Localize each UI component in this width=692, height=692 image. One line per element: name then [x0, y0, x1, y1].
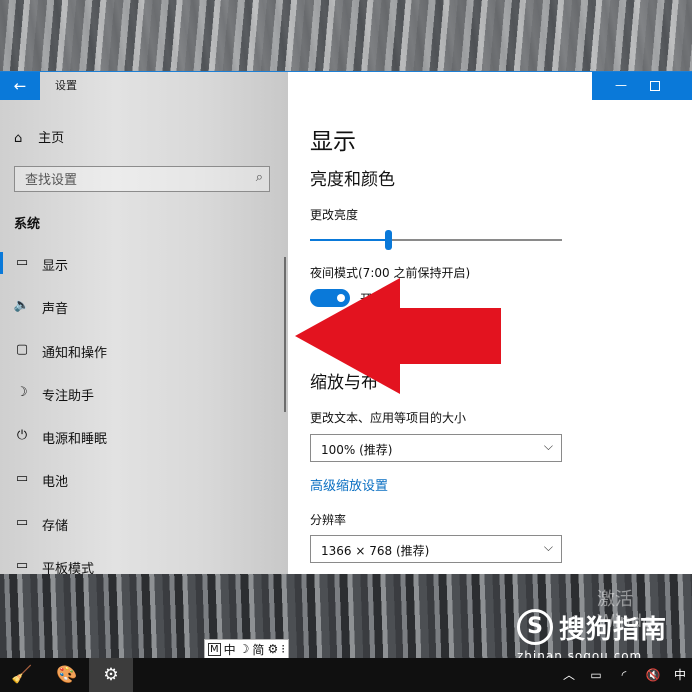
sidebar-item-display[interactable]: ▭ 显示 [0, 247, 288, 290]
red-arrow-annotation [295, 278, 501, 394]
window-controls: — [592, 72, 692, 100]
sidebar-item-label: 存储 [42, 518, 69, 534]
ime-mode-button[interactable]: M [208, 642, 221, 656]
taskbar-app-settings[interactable]: ⚙ [89, 658, 133, 692]
ime-lang-button[interactable]: 中 [224, 641, 236, 658]
battery-icon: ▭ [15, 471, 29, 487]
sidebar-item-label: 显示 [42, 259, 69, 274]
ime-toolbar: M 中 ☽ 简 ⚙ ⁝ [204, 639, 290, 659]
paint-palette-icon: 🎨 [56, 665, 78, 685]
sidebar-item-label: 电池 [42, 475, 69, 491]
chevron-down-icon: ⌵ [543, 439, 553, 453]
sidebar-item-focus-assist[interactable]: ☽ 专注助手 [0, 377, 288, 420]
tray-chevron-up-icon[interactable]: ︿ [557, 658, 581, 692]
maximize-icon[interactable] [650, 81, 660, 91]
resolution-dropdown-value: 1366 × 768 (推荐) [321, 544, 430, 558]
taskbar: 🧹 🎨 ⚙ ︿ ▭ ◜ 🔇 中 [0, 658, 692, 692]
sidebar: ⌂ 主页 ⌕ 系统 ▭ 显示 🔈 声音 ▢ 通知和操作 ☽ 专注助手 [0, 72, 288, 574]
speaker-icon: 🔈 [13, 298, 31, 314]
search-box[interactable]: ⌕ [14, 166, 270, 192]
brightness-slider-fill [310, 239, 389, 241]
scale-dropdown-value: 100% (推荐) [321, 443, 393, 457]
sidebar-item-tablet-mode[interactable]: ▭ 平板模式 [0, 550, 288, 574]
scale-dropdown[interactable]: 100% (推荐) ⌵ [310, 434, 562, 462]
taskbar-app-paint[interactable]: 🎨 [45, 658, 89, 692]
brightness-slider[interactable] [310, 230, 562, 250]
scale-label: 更改文本、应用等项目的大小 [310, 411, 467, 425]
moon-icon[interactable]: ☽ [239, 642, 250, 656]
tray-wifi-icon[interactable]: ◜ [612, 658, 636, 692]
page-title: 显示 [310, 129, 356, 155]
sidebar-item-notifications[interactable]: ▢ 通知和操作 [0, 334, 288, 377]
sidebar-item-battery[interactable]: ▭ 电池 [0, 463, 288, 506]
gear-icon[interactable]: ⚙ [267, 642, 278, 656]
chevron-down-icon: ⌵ [543, 540, 553, 554]
sidebar-item-label: 专注助手 [42, 388, 95, 404]
sogou-logo-icon: S [517, 609, 553, 645]
title-bar: ← 设置 — [0, 72, 692, 100]
ime-simplified-button[interactable]: 简 [252, 641, 264, 658]
brightness-label: 更改亮度 [310, 208, 359, 222]
sogou-watermark: S 搜狗指南 [517, 607, 687, 647]
home-icon: ⌂ [14, 131, 23, 146]
sogou-logo-text: 搜狗指南 [559, 615, 668, 645]
minimize-button[interactable]: — [606, 72, 636, 100]
sidebar-item-label: 通知和操作 [42, 345, 108, 361]
brightness-slider-thumb[interactable] [385, 230, 393, 250]
storage-icon: ▭ [15, 514, 29, 530]
search-icon[interactable]: ⌕ [256, 170, 263, 185]
sidebar-item-label: 声音 [42, 302, 69, 318]
resolution-label: 分辨率 [310, 513, 347, 527]
minimize-icon: — [615, 78, 627, 92]
notification-icon: ▢ [15, 341, 29, 357]
arrow-shape [295, 278, 501, 394]
sidebar-item-power-sleep[interactable]: ⏻ 电源和睡眠 [0, 420, 288, 463]
sidebar-nav: ▭ 显示 🔈 声音 ▢ 通知和操作 ☽ 专注助手 ⏻ 电源和睡眠 ▭ 电池 ▭ … [0, 247, 288, 574]
monitor-icon: ▭ [15, 255, 29, 270]
power-icon: ⏻ [16, 428, 28, 444]
tablet-icon: ▭ [15, 558, 29, 574]
tray-volume-muted-icon[interactable]: 🔇 [641, 658, 665, 692]
brightness-header: 亮度和颜色 [310, 170, 395, 190]
advanced-scaling-link[interactable]: 高级缩放设置 [310, 475, 388, 494]
search-input[interactable] [23, 170, 247, 190]
sidebar-item-sound[interactable]: 🔈 声音 [0, 290, 288, 333]
sidebar-item-storage[interactable]: ▭ 存储 [0, 507, 288, 550]
window-title: 设置 [55, 79, 77, 92]
moon-icon: ☽ [16, 384, 28, 400]
sidebar-home-label: 主页 [38, 131, 65, 146]
tray-ime-lang[interactable]: 中 [668, 658, 692, 692]
taskbar-app-cleaner[interactable]: 🧹 [0, 658, 44, 692]
more-icon[interactable]: ⁝ [281, 642, 285, 656]
back-arrow-icon: ← [13, 77, 27, 95]
wallpaper-rock-top [0, 0, 692, 72]
broom-icon: 🧹 [11, 665, 33, 685]
resolution-dropdown[interactable]: 1366 × 768 (推荐) ⌵ [310, 535, 562, 563]
gear-icon: ⚙ [103, 665, 119, 685]
back-button[interactable]: ← [0, 72, 40, 100]
section-header-system: 系统 [14, 217, 41, 232]
sidebar-item-label: 平板模式 [42, 562, 95, 574]
sidebar-item-label: 电源和睡眠 [42, 432, 108, 448]
sidebar-scrollbar[interactable] [284, 257, 286, 412]
tray-battery-icon[interactable]: ▭ [584, 658, 608, 692]
sidebar-home[interactable]: ⌂ 主页 [14, 127, 64, 146]
